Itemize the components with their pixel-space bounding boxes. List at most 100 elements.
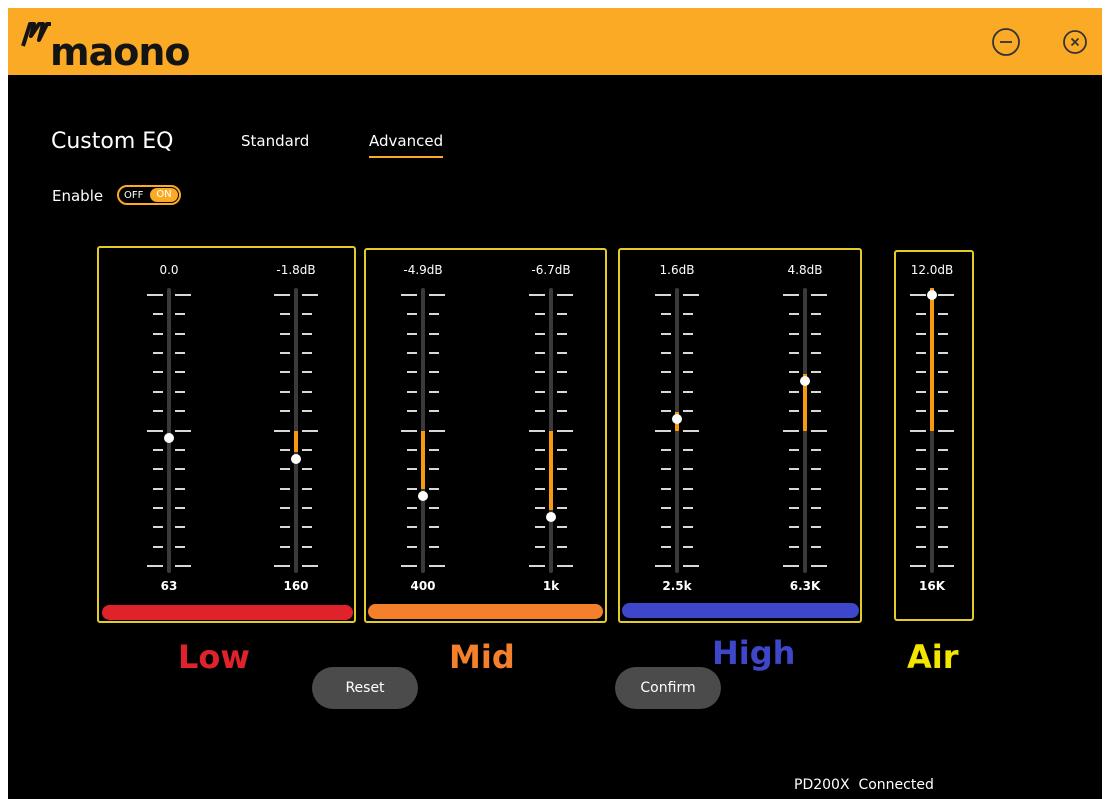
slider-tick — [429, 546, 439, 548]
slider-tick — [302, 449, 312, 451]
tab-standard[interactable]: Standard — [241, 131, 309, 151]
confirm-button[interactable]: Confirm — [615, 667, 721, 709]
slider-tick — [811, 526, 821, 528]
slider-tick — [916, 371, 926, 373]
tab-advanced[interactable]: Advanced — [369, 131, 444, 158]
slider-tick — [811, 488, 821, 490]
slider-tick — [153, 371, 163, 373]
slider-tick — [811, 313, 821, 315]
brand-logo-text: maono — [50, 30, 191, 74]
slider-tick — [661, 410, 671, 412]
slider-tick — [655, 294, 671, 296]
slider-tick — [153, 352, 163, 354]
slider-tick — [557, 371, 567, 373]
tab-advanced-label: Advanced — [369, 132, 444, 150]
slider-tick — [153, 526, 163, 528]
slider-tick — [302, 565, 318, 567]
slider-tick — [147, 294, 163, 296]
slider-tick — [302, 526, 312, 528]
slider-tick — [429, 430, 445, 432]
slider-tick — [938, 371, 948, 373]
slider-tick — [280, 313, 290, 315]
device-name: PD200X — [794, 777, 850, 793]
slider-tick — [683, 430, 699, 432]
slider-tick — [274, 294, 290, 296]
slider-tick — [557, 526, 567, 528]
slider-fill — [930, 288, 934, 431]
group-label-high: High — [712, 634, 796, 672]
eq-slider-400[interactable] — [393, 288, 453, 573]
close-button[interactable] — [1059, 26, 1091, 58]
eq-slider-1k[interactable] — [521, 288, 581, 573]
slider-handle[interactable] — [672, 413, 682, 424]
slider-handle[interactable] — [418, 490, 428, 501]
slider-tick — [274, 565, 290, 567]
title-bar: maono — [8, 8, 1102, 75]
slider-tick — [175, 449, 185, 451]
slider-tick — [811, 294, 827, 296]
slider-tick — [811, 410, 821, 412]
slider-tick — [916, 449, 926, 451]
band-value-2-5k: 1.6dB — [659, 263, 695, 277]
slider-tick — [910, 294, 926, 296]
slider-handle[interactable] — [291, 453, 301, 464]
slider-tick — [407, 546, 417, 548]
slider-tick — [175, 488, 185, 490]
slider-tick — [302, 313, 312, 315]
eq-slider-16k[interactable] — [902, 288, 962, 573]
slider-track — [167, 288, 171, 573]
slider-tick — [938, 313, 948, 315]
slider-tick — [175, 333, 185, 335]
slider-handle[interactable] — [800, 375, 810, 386]
band-freq-16k: 16K — [919, 579, 945, 593]
minimize-button[interactable] — [990, 26, 1022, 58]
eq-group-low-bar — [102, 605, 353, 620]
slider-tick — [557, 488, 567, 490]
slider-tick — [147, 565, 163, 567]
slider-tick — [557, 449, 567, 451]
slider-tick — [529, 430, 545, 432]
eq-slider-160[interactable] — [266, 288, 326, 573]
eq-slider-2-5k[interactable] — [647, 288, 707, 573]
slider-tick — [916, 526, 926, 528]
eq-slider-63[interactable] — [139, 288, 199, 573]
slider-tick — [938, 546, 948, 548]
slider-tick — [910, 565, 926, 567]
slider-tick — [535, 449, 545, 451]
reset-button[interactable]: Reset — [312, 667, 418, 709]
slider-tick — [407, 333, 417, 335]
slider-tick — [789, 449, 799, 451]
eq-slider-6-3k[interactable] — [775, 288, 835, 573]
slider-handle[interactable] — [927, 290, 937, 300]
slider-tick — [661, 488, 671, 490]
band-value-63: 0.0 — [159, 263, 179, 277]
slider-tick — [153, 488, 163, 490]
slider-tick — [175, 565, 191, 567]
slider-tick — [175, 507, 185, 509]
slider-tick — [789, 546, 799, 548]
slider-handle[interactable] — [164, 432, 174, 443]
slider-tick — [811, 391, 821, 393]
band-freq-2-5k: 2.5k — [662, 579, 692, 593]
slider-tick — [153, 333, 163, 335]
slider-tick — [535, 526, 545, 528]
slider-tick — [557, 294, 573, 296]
slider-tick — [655, 565, 671, 567]
slider-tick — [916, 546, 926, 548]
slider-tick — [916, 410, 926, 412]
slider-tick — [407, 313, 417, 315]
slider-handle[interactable] — [546, 512, 556, 523]
slider-tick — [153, 449, 163, 451]
slider-tick — [938, 410, 948, 412]
group-label-air: Air — [907, 638, 959, 676]
slider-tick — [789, 488, 799, 490]
slider-fill — [421, 430, 425, 489]
slider-tick — [938, 391, 948, 393]
slider-tick — [789, 333, 799, 335]
connection-status: PD200X Connected — [794, 776, 934, 794]
slider-tick — [302, 430, 318, 432]
slider-tick — [683, 468, 693, 470]
slider-tick — [280, 546, 290, 548]
slider-tick — [811, 430, 827, 432]
enable-toggle[interactable]: OFF ON — [117, 185, 181, 205]
